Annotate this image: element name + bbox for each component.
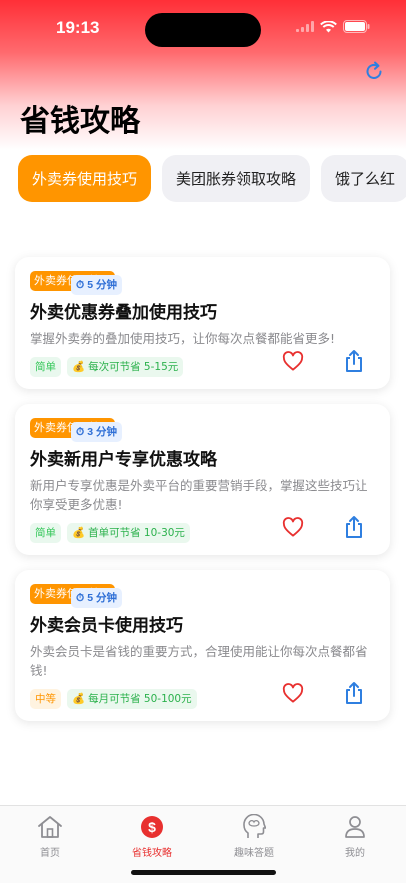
tabbar-item-quiz[interactable]: 趣味答题 (219, 814, 289, 859)
saving-label: 首单可节省 10-30元 (88, 527, 185, 539)
card-actions (282, 349, 364, 373)
tab-coupon-tips[interactable]: 外卖券使用技巧 (18, 155, 152, 202)
tabbar-item-home[interactable]: 首页 (15, 814, 85, 859)
tab-meituan-coupons[interactable]: 美团胀券领取攻略 (162, 155, 311, 202)
status-time: 19:13 (56, 18, 100, 37)
tabbar-label: 趣味答题 (234, 848, 274, 859)
saving-badge: 💰 每次可节省 5-15元 (67, 357, 184, 377)
wifi-icon (320, 20, 337, 32)
money-bag-icon: 💰 (72, 361, 86, 373)
stopwatch-icon: ⏱ (76, 592, 85, 604)
stopwatch-icon: ⏱ (76, 279, 85, 291)
time-badge: ⏱ 5 分钟 (71, 588, 122, 608)
share-icon[interactable] (344, 515, 364, 539)
article-card[interactable]: 外卖券使用技巧 外卖会员卡使用技巧 外卖会员卡是省钱的重要方式，合理使用能让你每… (15, 570, 390, 721)
stopwatch-icon: ⏱ (76, 426, 85, 438)
refresh-icon[interactable] (362, 60, 386, 84)
saving-label: 每次可节省 5-15元 (88, 361, 179, 373)
page-title: 省钱攻略 (20, 104, 140, 139)
tabbar-item-profile[interactable]: 我的 (320, 814, 390, 859)
saving-label: 每月可节省 50-100元 (88, 693, 192, 705)
money-bag-icon: 💰 (72, 693, 86, 705)
difficulty-badge: 简单 (30, 523, 61, 543)
brain-head-icon (243, 814, 266, 838)
category-tabs: 外卖券使用技巧 美团胀券领取攻略 饿了么红 (18, 155, 406, 203)
money-bag-icon: 💰 (72, 527, 86, 539)
time-badge: ⏱ 3 分钟 (71, 422, 122, 442)
tabbar-item-savings[interactable]: $ 省钱攻略 (117, 814, 187, 859)
card-description: 掌握外卖券的叠加使用技巧，让你每次点餐都能省更多! (30, 331, 336, 346)
card-actions (282, 681, 364, 705)
card-title: 外卖新用户专享优惠攻略 (30, 450, 217, 470)
tabbar-label: 我的 (345, 848, 365, 859)
tabbar-label: 首页 (40, 848, 60, 859)
heart-icon[interactable] (282, 683, 304, 703)
heart-icon[interactable] (282, 351, 304, 371)
share-icon[interactable] (344, 349, 364, 373)
article-card[interactable]: 外卖券使用技巧 外卖优惠券叠加使用技巧 掌握外卖券的叠加使用技巧，让你每次点餐都… (15, 257, 390, 389)
share-icon[interactable] (344, 681, 364, 705)
time-label: 5 分钟 (87, 592, 117, 604)
card-description: 外卖会员卡是省钱的重要方式，合理使用能让你每次点餐都省钱! (30, 644, 368, 678)
article-card[interactable]: 外卖券使用技巧 外卖新用户专享优惠攻略 新用户专享优惠是外卖平台的重要营销手段，… (15, 404, 390, 555)
card-actions (282, 515, 364, 539)
status-icons (296, 20, 370, 33)
person-icon (345, 816, 365, 838)
dynamic-island (145, 13, 261, 47)
article-list: 外卖券使用技巧 外卖优惠券叠加使用技巧 掌握外卖券的叠加使用技巧，让你每次点餐都… (15, 257, 390, 736)
saving-badge: 💰 每月可节省 50-100元 (67, 689, 197, 709)
difficulty-badge: 中等 (30, 689, 61, 709)
time-label: 3 分钟 (87, 426, 117, 438)
time-label: 5 分钟 (87, 279, 117, 291)
svg-text:$: $ (148, 819, 156, 835)
battery-icon (343, 20, 370, 33)
status-bar: 19:13 (0, 0, 406, 56)
card-title: 外卖优惠券叠加使用技巧 (30, 303, 217, 323)
saving-badge: 💰 首单可节省 10-30元 (67, 523, 190, 543)
time-badge: ⏱ 5 分钟 (71, 275, 122, 295)
difficulty-badge: 简单 (30, 357, 61, 377)
card-description: 新用户专享优惠是外卖平台的重要营销手段，掌握这些技巧让你享受更多优惠! (30, 478, 368, 512)
card-title: 外卖会员卡使用技巧 (30, 616, 183, 636)
tabbar-label: 省钱攻略 (132, 848, 172, 859)
tab-eleme[interactable]: 饿了么红 (321, 155, 406, 202)
dollar-circle-icon: $ (141, 816, 163, 838)
house-icon (38, 816, 62, 838)
signal-icon (296, 21, 314, 32)
heart-icon[interactable] (282, 517, 304, 537)
home-indicator (131, 870, 276, 875)
